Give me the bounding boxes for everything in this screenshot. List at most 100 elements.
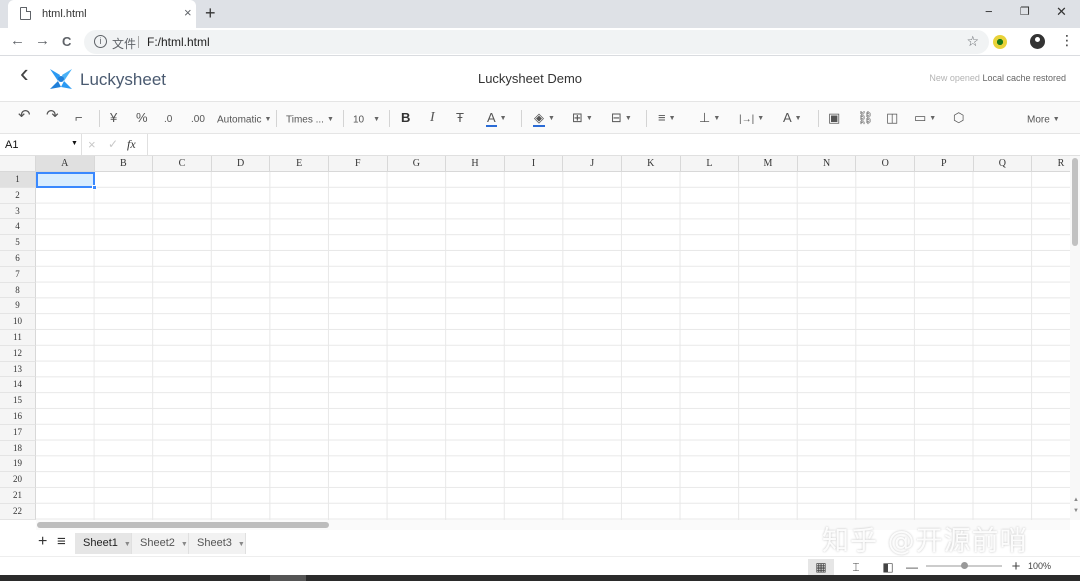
column-header-j[interactable]: J bbox=[563, 156, 622, 172]
forward-icon[interactable]: → bbox=[35, 32, 50, 50]
decrease-decimal-icon[interactable]: .0 bbox=[164, 112, 172, 128]
zoom-out-icon[interactable]: — bbox=[904, 559, 920, 575]
insert-chart-icon[interactable]: ◫ bbox=[886, 110, 898, 126]
row-header-9[interactable]: 9 bbox=[0, 298, 36, 315]
row-header-21[interactable]: 21 bbox=[0, 488, 36, 504]
font-color-button[interactable]: A ▼ bbox=[486, 110, 507, 127]
row-header-7[interactable]: 7 bbox=[0, 266, 36, 283]
number-format-select[interactable]: Automatic ▼ bbox=[217, 112, 271, 129]
function-icon[interactable]: fx bbox=[127, 137, 136, 152]
column-header-f[interactable]: F bbox=[329, 156, 388, 172]
url-omnibox[interactable]: i 文件 F:/html.html ☆ bbox=[84, 30, 989, 54]
merge-cells-button[interactable]: ⊟ ▼ bbox=[611, 110, 632, 127]
fill-color-button[interactable]: ◈ ▼ bbox=[533, 110, 555, 127]
insert-link-icon[interactable]: ⛓ bbox=[857, 110, 874, 126]
column-header-b[interactable]: B bbox=[94, 156, 154, 172]
page-break-view-icon[interactable]: ⌶ bbox=[843, 559, 869, 575]
spreadsheet-grid[interactable]: ABCDEFGHIJKLMNOPQR 1 2 3 4 5 6 7 8 9 10 11 12 13 14 15… bbox=[0, 156, 1070, 520]
column-header-k[interactable]: K bbox=[622, 156, 681, 172]
zoom-in-icon[interactable]: + bbox=[1008, 559, 1024, 575]
bold-button[interactable]: B bbox=[401, 110, 410, 126]
back-icon[interactable]: ← bbox=[10, 32, 25, 50]
column-header-o[interactable]: O bbox=[856, 156, 915, 172]
row-header-19[interactable]: 19 bbox=[0, 456, 36, 473]
select-all-corner[interactable] bbox=[0, 156, 36, 172]
screenshot-icon[interactable]: ⬡ bbox=[953, 110, 964, 126]
sheet-tab-sheet2[interactable]: Sheet2 ▼ bbox=[132, 533, 189, 554]
row-header-10[interactable]: 10 bbox=[0, 314, 36, 330]
row-header-11[interactable]: 11 bbox=[0, 330, 36, 346]
redo-icon[interactable]: ↷ bbox=[46, 108, 59, 124]
increase-decimal-icon[interactable]: .00 bbox=[191, 112, 205, 128]
format-painter-icon[interactable]: ⌐ bbox=[75, 110, 83, 126]
close-window-button[interactable]: ✕ bbox=[1056, 4, 1067, 20]
row-header-14[interactable]: 14 bbox=[0, 377, 36, 394]
formula-input[interactable] bbox=[147, 134, 1080, 156]
normal-view-icon[interactable]: ▦ bbox=[808, 559, 834, 575]
column-header-e[interactable]: E bbox=[270, 156, 329, 172]
browser-menu-icon[interactable]: ⋮ bbox=[1060, 32, 1074, 49]
info-icon[interactable]: i bbox=[94, 35, 107, 48]
zoom-slider-handle[interactable] bbox=[961, 562, 968, 569]
row-header-1[interactable]: 1 bbox=[0, 172, 36, 188]
row-header-20[interactable]: 20 bbox=[0, 472, 36, 488]
row-header-16[interactable]: 16 bbox=[0, 409, 36, 425]
font-family-select[interactable]: Times ... ▼ bbox=[286, 112, 334, 129]
row-header-17[interactable]: 17 bbox=[0, 424, 36, 441]
column-header-p[interactable]: P bbox=[915, 156, 974, 172]
add-sheet-button[interactable]: + bbox=[38, 534, 47, 550]
row-header-5[interactable]: 5 bbox=[0, 235, 36, 251]
reload-icon[interactable]: C bbox=[62, 33, 71, 51]
url-text[interactable]: F:/html.html bbox=[147, 35, 210, 49]
row-header-15[interactable]: 15 bbox=[0, 393, 36, 409]
comment-button[interactable]: ▭ ▼ bbox=[914, 110, 936, 127]
column-header-m[interactable]: M bbox=[739, 156, 798, 172]
column-header-g[interactable]: G bbox=[387, 156, 447, 172]
scroll-up-icon[interactable]: ▲ bbox=[1073, 497, 1079, 503]
column-header-i[interactable]: I bbox=[504, 156, 564, 172]
vertical-align-button[interactable]: ⊥ ▼ bbox=[699, 110, 720, 127]
font-size-select[interactable]: 10 ▼ bbox=[353, 112, 380, 129]
sheet-tab-sheet1[interactable]: Sheet1 ▼ bbox=[75, 533, 132, 554]
column-header-r[interactable]: R bbox=[1032, 156, 1070, 172]
vertical-scrollbar[interactable]: ▲ ▼ bbox=[1070, 156, 1080, 520]
column-header-a[interactable]: A bbox=[36, 156, 95, 172]
percent-format-icon[interactable]: % bbox=[136, 110, 148, 126]
row-header-4[interactable]: 4 bbox=[0, 219, 36, 236]
horizontal-scroll-thumb[interactable] bbox=[37, 522, 329, 528]
row-header-13[interactable]: 13 bbox=[0, 361, 36, 378]
browser-tab[interactable]: html.html × bbox=[8, 0, 196, 28]
row-header-18[interactable]: 18 bbox=[0, 440, 36, 457]
column-header-c[interactable]: C bbox=[153, 156, 212, 172]
page-title[interactable]: Luckysheet Demo bbox=[0, 71, 1060, 86]
row-header-8[interactable]: 8 bbox=[0, 282, 36, 299]
new-tab-button[interactable]: + bbox=[205, 3, 216, 23]
cancel-edit-icon[interactable]: × bbox=[88, 137, 96, 152]
fill-handle[interactable] bbox=[92, 185, 97, 190]
border-button[interactable]: ⊞ ▼ bbox=[572, 110, 593, 127]
text-wrap-button[interactable]: |→| ▼ bbox=[739, 110, 764, 128]
column-header-d[interactable]: D bbox=[211, 156, 271, 172]
column-header-h[interactable]: H bbox=[446, 156, 505, 172]
currency-format-icon[interactable]: ¥ bbox=[110, 110, 117, 126]
chevron-down-icon[interactable]: ▼ bbox=[124, 541, 131, 548]
row-header-2[interactable]: 2 bbox=[0, 187, 36, 204]
column-header-l[interactable]: L bbox=[680, 156, 740, 172]
chevron-down-icon[interactable]: ▼ bbox=[181, 541, 188, 548]
scroll-down-icon[interactable]: ▼ bbox=[1073, 508, 1079, 514]
text-rotate-button[interactable]: A ▼ bbox=[783, 110, 802, 127]
row-header-3[interactable]: 3 bbox=[0, 203, 36, 220]
chevron-down-icon[interactable]: ▼ bbox=[238, 541, 245, 548]
sheet-list-button[interactable]: ≡ bbox=[57, 534, 66, 550]
row-header-22[interactable]: 22 bbox=[0, 503, 36, 520]
sheet-tab-sheet3[interactable]: Sheet3 ▼ bbox=[189, 533, 246, 554]
column-header-q[interactable]: Q bbox=[973, 156, 1033, 172]
tab-close-icon[interactable]: × bbox=[184, 5, 192, 21]
extension-icon[interactable] bbox=[993, 35, 1007, 49]
bookmark-star-icon[interactable]: ☆ bbox=[966, 33, 979, 50]
cell-area[interactable] bbox=[36, 172, 1070, 520]
strikethrough-button[interactable]: Ŧ bbox=[456, 110, 464, 126]
confirm-edit-icon[interactable]: ✓ bbox=[108, 137, 118, 151]
vertical-scroll-thumb[interactable] bbox=[1072, 158, 1078, 246]
more-button[interactable]: More ▼ bbox=[1027, 112, 1060, 129]
